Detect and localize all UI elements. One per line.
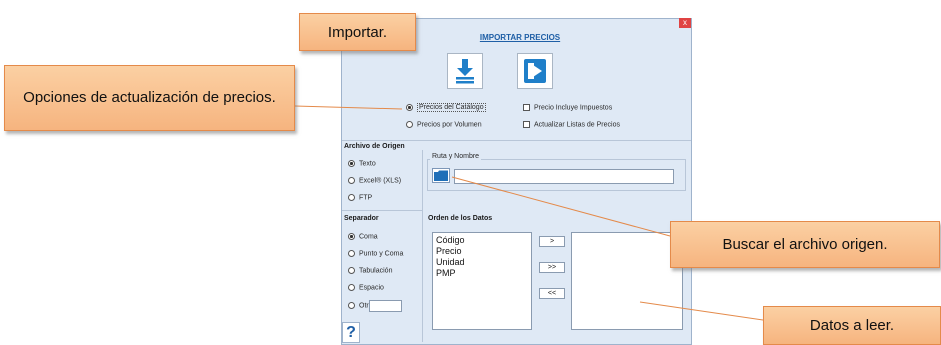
callout-pointer-lines: [294, 105, 764, 321]
callout-buscar: Buscar el archivo origen.: [670, 221, 940, 268]
callout-opciones: Opciones de actualización de precios.: [4, 65, 295, 131]
pointer-line-datos: [639, 301, 764, 321]
callout-datos: Datos a leer.: [763, 306, 941, 345]
pointer-line-opciones: [294, 105, 403, 110]
pointer-line-buscar: [451, 176, 671, 237]
callout-importar: Importar.: [299, 13, 416, 51]
